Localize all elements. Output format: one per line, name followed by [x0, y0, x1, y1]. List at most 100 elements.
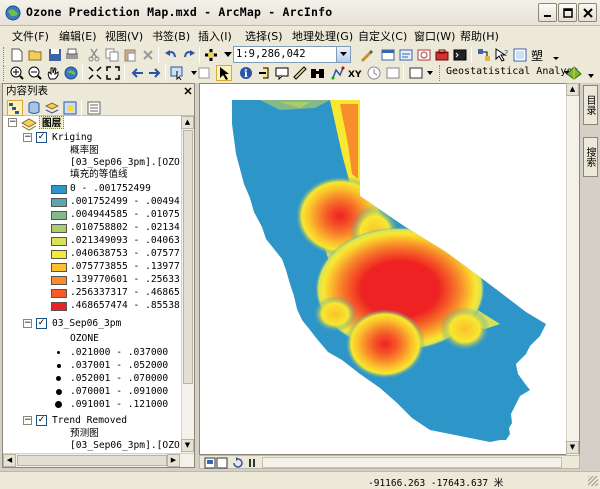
chinese-char-icon[interactable]: 塑: [530, 47, 546, 63]
paste-icon[interactable]: [122, 47, 138, 63]
toolbar-options-icon[interactable]: [583, 65, 599, 81]
measure-icon[interactable]: [292, 65, 308, 81]
layout-view-icon[interactable]: [512, 47, 528, 63]
svg-text:塑: 塑: [531, 48, 543, 62]
go-forward-extent-icon[interactable]: [147, 65, 163, 81]
menu-geoprocessing[interactable]: 地理处理(G): [292, 28, 353, 44]
scroll-thumb[interactable]: [183, 130, 193, 384]
python-window-icon[interactable]: [452, 47, 468, 63]
catalog-side-tab[interactable]: 目录: [583, 85, 598, 125]
html-popup-icon[interactable]: [274, 65, 290, 81]
collapse-toggle[interactable]: −: [8, 118, 17, 127]
scroll-up-icon[interactable]: ▲: [566, 83, 579, 96]
close-button[interactable]: [578, 3, 597, 22]
menu-insert[interactable]: 插入(I): [198, 28, 232, 44]
arctoolbox-icon[interactable]: [434, 47, 450, 63]
minimize-button[interactable]: [538, 3, 557, 22]
select-features-icon[interactable]: [170, 65, 186, 81]
layer-visibility-checkbox[interactable]: ✓: [36, 132, 47, 143]
scale-dropdown-icon[interactable]: [336, 47, 350, 62]
layer-name[interactable]: Kriging: [52, 131, 92, 144]
list-by-drawing-order-icon[interactable]: [7, 100, 23, 116]
fixed-zoom-out-icon[interactable]: [105, 65, 121, 81]
delete-icon[interactable]: [140, 47, 156, 63]
print-icon[interactable]: [64, 47, 80, 63]
hyperlink-icon[interactable]: [256, 65, 272, 81]
search-tab-label: 搜索: [584, 147, 595, 167]
find-icon[interactable]: [310, 65, 326, 81]
select-elements-icon[interactable]: [216, 65, 232, 81]
collapse-toggle[interactable]: −: [23, 416, 32, 425]
clear-selection-icon[interactable]: [196, 65, 212, 81]
close-panel-icon[interactable]: [180, 83, 196, 99]
copy-icon[interactable]: [104, 47, 120, 63]
toc-options-icon[interactable]: [86, 100, 102, 116]
toolbar-options-icon[interactable]: [548, 47, 564, 63]
menu-view[interactable]: 视图(V): [105, 28, 143, 44]
data-frame-label[interactable]: 图层: [39, 116, 65, 129]
menu-bookmarks[interactable]: 书签(B): [152, 28, 190, 44]
menu-windows[interactable]: 窗口(W): [414, 28, 455, 44]
go-back-extent-icon[interactable]: [129, 65, 145, 81]
zoom-out-icon[interactable]: [27, 65, 43, 81]
toc-horizontal-scrollbar[interactable]: ◀ ▶: [3, 453, 194, 467]
map-vertical-scrollbar[interactable]: ▲ ▼: [566, 83, 579, 455]
new-document-icon[interactable]: [9, 47, 25, 63]
layer-name[interactable]: 03_Sep06_3pm: [52, 317, 121, 330]
layer-name[interactable]: Trend Removed: [52, 414, 127, 427]
pan-icon[interactable]: [45, 65, 61, 81]
map-display[interactable]: [199, 83, 580, 455]
scroll-thumb[interactable]: [17, 455, 167, 466]
toc-vertical-scrollbar[interactable]: ▲ ▼: [181, 116, 194, 453]
open-folder-icon[interactable]: [28, 47, 44, 63]
full-extent-icon[interactable]: [63, 65, 79, 81]
scroll-right-icon[interactable]: ▶: [167, 454, 180, 467]
search-window-icon[interactable]: [416, 47, 432, 63]
menu-help[interactable]: 帮助(H): [460, 28, 499, 44]
menu-file[interactable]: 文件(F): [12, 28, 49, 44]
scroll-left-icon[interactable]: ◀: [3, 454, 16, 467]
data-view-toggle-icon[interactable]: [214, 455, 230, 471]
search-side-tab[interactable]: 搜索: [583, 137, 598, 177]
redo-icon[interactable]: [181, 47, 197, 63]
time-slider-icon[interactable]: [366, 65, 382, 81]
table-of-contents-icon[interactable]: [380, 47, 396, 63]
menu-selection[interactable]: 选择(S): [245, 28, 283, 44]
geostatistical-wizard-icon[interactable]: [566, 65, 582, 81]
go-to-xy-icon[interactable]: XY: [348, 65, 364, 81]
scroll-down-icon[interactable]: ▼: [181, 439, 194, 452]
find-route-icon[interactable]: [330, 65, 346, 81]
map-scale-input[interactable]: 1:9,286,042: [233, 46, 351, 63]
cut-icon[interactable]: [86, 47, 102, 63]
modelbuilder-icon[interactable]: [476, 47, 492, 63]
map-horizontal-scrollbar[interactable]: [262, 457, 562, 468]
menu-edit[interactable]: 编辑(E): [59, 28, 97, 44]
whats-this-help-icon[interactable]: ?: [494, 47, 510, 63]
undo-icon[interactable]: [163, 47, 179, 63]
toolbar-options-icon[interactable]: [422, 65, 438, 81]
california-ozone-map[interactable]: [200, 84, 567, 454]
create-viewer-window-icon[interactable]: [385, 65, 401, 81]
scroll-down-icon[interactable]: ▼: [566, 441, 579, 454]
scroll-up-icon[interactable]: ▲: [181, 116, 194, 129]
legend-swatch: [51, 185, 67, 194]
zoom-in-icon[interactable]: [9, 65, 25, 81]
add-data-icon[interactable]: [204, 47, 220, 63]
cursor-coordinates: -91166.263 -17643.637 米: [368, 478, 504, 489]
fixed-zoom-in-icon[interactable]: [87, 65, 103, 81]
catalog-window-icon[interactable]: [398, 47, 414, 63]
pause-drawing-icon[interactable]: [244, 455, 260, 471]
layer-visibility-checkbox[interactable]: ✓: [36, 415, 47, 426]
layer-visibility-checkbox[interactable]: ✓: [36, 318, 47, 329]
list-by-visibility-icon[interactable]: [44, 100, 60, 116]
identify-icon[interactable]: i: [238, 65, 254, 81]
editor-toolbar-icon[interactable]: [358, 47, 374, 63]
list-by-selection-icon[interactable]: [62, 100, 78, 116]
save-icon[interactable]: [47, 47, 63, 63]
collapse-toggle[interactable]: −: [23, 133, 32, 142]
maximize-button[interactable]: [558, 3, 577, 22]
resize-grip[interactable]: [588, 476, 598, 486]
menu-customize[interactable]: 自定义(C): [358, 28, 407, 44]
list-by-source-icon[interactable]: [26, 100, 42, 116]
collapse-toggle[interactable]: −: [23, 319, 32, 328]
